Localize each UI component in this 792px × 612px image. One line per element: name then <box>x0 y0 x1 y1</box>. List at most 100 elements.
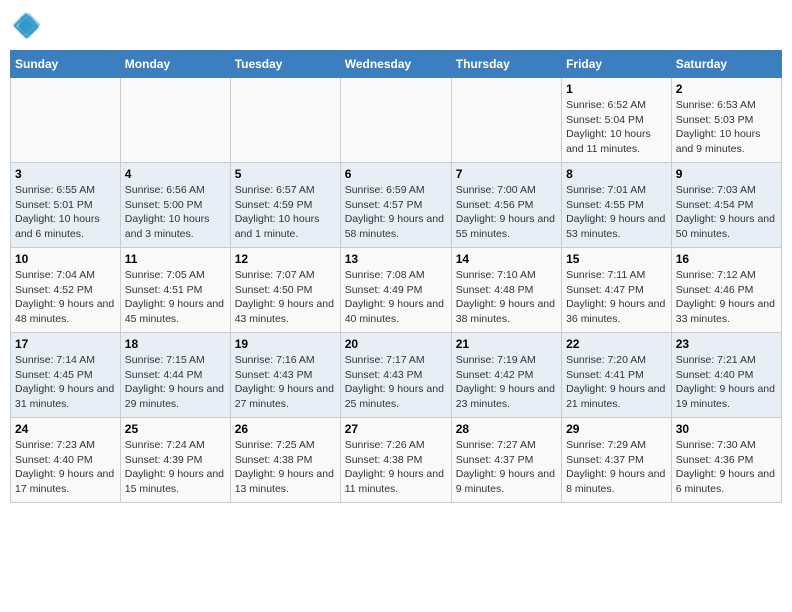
day-number: 8 <box>566 167 667 181</box>
day-number: 5 <box>235 167 336 181</box>
day-info: Sunrise: 7:00 AM Sunset: 4:56 PM Dayligh… <box>456 183 557 242</box>
calendar-cell: 5 Sunrise: 6:57 AM Sunset: 4:59 PM Daylig… <box>230 163 340 248</box>
day-number: 3 <box>15 167 116 181</box>
page-header <box>10 10 782 42</box>
calendar-cell: 26 Sunrise: 7:25 AM Sunset: 4:38 PM Dayli… <box>230 418 340 503</box>
calendar-cell: 16 Sunrise: 7:12 AM Sunset: 4:46 PM Dayli… <box>671 248 781 333</box>
calendar-cell: 12 Sunrise: 7:07 AM Sunset: 4:50 PM Dayli… <box>230 248 340 333</box>
day-number: 2 <box>676 82 777 96</box>
calendar-cell: 11 Sunrise: 7:05 AM Sunset: 4:51 PM Dayli… <box>120 248 230 333</box>
day-number: 15 <box>566 252 667 266</box>
day-number: 16 <box>676 252 777 266</box>
calendar-cell: 28 Sunrise: 7:27 AM Sunset: 4:37 PM Dayli… <box>451 418 561 503</box>
calendar-cell: 17 Sunrise: 7:14 AM Sunset: 4:45 PM Dayli… <box>11 333 121 418</box>
calendar-cell: 1Sunrise: 6:52 AM Sunset: 5:04 PM Daylig… <box>562 78 672 163</box>
calendar-cell: 14 Sunrise: 7:10 AM Sunset: 4:48 PM Dayli… <box>451 248 561 333</box>
day-info: Sunrise: 7:10 AM Sunset: 4:48 PM Dayligh… <box>456 268 557 327</box>
calendar-cell: 6 Sunrise: 6:59 AM Sunset: 4:57 PM Daylig… <box>340 163 451 248</box>
calendar-cell: 7 Sunrise: 7:00 AM Sunset: 4:56 PM Daylig… <box>451 163 561 248</box>
day-number: 10 <box>15 252 116 266</box>
calendar-cell: 30 Sunrise: 7:30 AM Sunset: 4:36 PM Dayli… <box>671 418 781 503</box>
calendar-cell: 3 Sunrise: 6:55 AM Sunset: 5:01 PM Daylig… <box>11 163 121 248</box>
day-info: Sunrise: 7:05 AM Sunset: 4:51 PM Dayligh… <box>125 268 226 327</box>
day-info: Sunrise: 7:29 AM Sunset: 4:37 PM Dayligh… <box>566 438 667 497</box>
calendar-week-row: 1Sunrise: 6:52 AM Sunset: 5:04 PM Daylig… <box>11 78 782 163</box>
day-info: Sunrise: 7:15 AM Sunset: 4:44 PM Dayligh… <box>125 353 226 412</box>
day-number: 14 <box>456 252 557 266</box>
day-info: Sunrise: 7:01 AM Sunset: 4:55 PM Dayligh… <box>566 183 667 242</box>
day-number: 24 <box>15 422 116 436</box>
day-info: Sunrise: 7:07 AM Sunset: 4:50 PM Dayligh… <box>235 268 336 327</box>
day-info: Sunrise: 7:03 AM Sunset: 4:54 PM Dayligh… <box>676 183 777 242</box>
calendar-cell: 4Sunrise: 6:56 AM Sunset: 5:00 PM Daylig… <box>120 163 230 248</box>
day-number: 7 <box>456 167 557 181</box>
day-info: Sunrise: 6:53 AM Sunset: 5:03 PM Dayligh… <box>676 98 777 157</box>
weekday-header: Sunday <box>11 51 121 78</box>
calendar-cell: 13 Sunrise: 7:08 AM Sunset: 4:49 PM Dayli… <box>340 248 451 333</box>
logo <box>10 10 46 42</box>
weekday-header: Monday <box>120 51 230 78</box>
calendar-cell: 21 Sunrise: 7:19 AM Sunset: 4:42 PM Dayli… <box>451 333 561 418</box>
day-number: 18 <box>125 337 226 351</box>
weekday-header: Saturday <box>671 51 781 78</box>
day-info: Sunrise: 7:26 AM Sunset: 4:38 PM Dayligh… <box>345 438 447 497</box>
calendar-cell: 9 Sunrise: 7:03 AM Sunset: 4:54 PM Daylig… <box>671 163 781 248</box>
day-number: 28 <box>456 422 557 436</box>
day-info: Sunrise: 6:55 AM Sunset: 5:01 PM Dayligh… <box>15 183 116 242</box>
calendar-header-row: SundayMondayTuesdayWednesdayThursdayFrid… <box>11 51 782 78</box>
day-info: Sunrise: 7:27 AM Sunset: 4:37 PM Dayligh… <box>456 438 557 497</box>
calendar-table: SundayMondayTuesdayWednesdayThursdayFrid… <box>10 50 782 503</box>
calendar-cell: 19Sunrise: 7:16 AM Sunset: 4:43 PM Dayli… <box>230 333 340 418</box>
day-number: 29 <box>566 422 667 436</box>
day-info: Sunrise: 7:21 AM Sunset: 4:40 PM Dayligh… <box>676 353 777 412</box>
day-number: 6 <box>345 167 447 181</box>
day-info: Sunrise: 7:30 AM Sunset: 4:36 PM Dayligh… <box>676 438 777 497</box>
day-info: Sunrise: 7:14 AM Sunset: 4:45 PM Dayligh… <box>15 353 116 412</box>
day-number: 26 <box>235 422 336 436</box>
day-info: Sunrise: 7:08 AM Sunset: 4:49 PM Dayligh… <box>345 268 447 327</box>
calendar-cell: 18 Sunrise: 7:15 AM Sunset: 4:44 PM Dayli… <box>120 333 230 418</box>
day-info: Sunrise: 7:24 AM Sunset: 4:39 PM Dayligh… <box>125 438 226 497</box>
calendar-cell: 29 Sunrise: 7:29 AM Sunset: 4:37 PM Dayli… <box>562 418 672 503</box>
day-number: 21 <box>456 337 557 351</box>
calendar-cell <box>120 78 230 163</box>
calendar-cell: 2 Sunrise: 6:53 AM Sunset: 5:03 PM Daylig… <box>671 78 781 163</box>
day-number: 1 <box>566 82 667 96</box>
calendar-cell <box>230 78 340 163</box>
day-info: Sunrise: 6:56 AM Sunset: 5:00 PM Dayligh… <box>125 183 226 242</box>
calendar-cell: 8 Sunrise: 7:01 AM Sunset: 4:55 PM Daylig… <box>562 163 672 248</box>
day-number: 17 <box>15 337 116 351</box>
calendar-cell: 22 Sunrise: 7:20 AM Sunset: 4:41 PM Dayli… <box>562 333 672 418</box>
day-number: 11 <box>125 252 226 266</box>
day-number: 30 <box>676 422 777 436</box>
calendar-cell: 23 Sunrise: 7:21 AM Sunset: 4:40 PM Dayli… <box>671 333 781 418</box>
calendar-cell <box>11 78 121 163</box>
day-info: Sunrise: 7:11 AM Sunset: 4:47 PM Dayligh… <box>566 268 667 327</box>
calendar-cell: 27Sunrise: 7:26 AM Sunset: 4:38 PM Dayli… <box>340 418 451 503</box>
calendar-week-row: 10 Sunrise: 7:04 AM Sunset: 4:52 PM Dayli… <box>11 248 782 333</box>
day-number: 9 <box>676 167 777 181</box>
day-info: Sunrise: 7:12 AM Sunset: 4:46 PM Dayligh… <box>676 268 777 327</box>
weekday-header: Thursday <box>451 51 561 78</box>
day-number: 13 <box>345 252 447 266</box>
weekday-header: Wednesday <box>340 51 451 78</box>
day-info: Sunrise: 7:20 AM Sunset: 4:41 PM Dayligh… <box>566 353 667 412</box>
day-info: Sunrise: 6:57 AM Sunset: 4:59 PM Dayligh… <box>235 183 336 242</box>
day-number: 22 <box>566 337 667 351</box>
calendar-week-row: 3 Sunrise: 6:55 AM Sunset: 5:01 PM Daylig… <box>11 163 782 248</box>
calendar-cell <box>451 78 561 163</box>
calendar-cell: 25 Sunrise: 7:24 AM Sunset: 4:39 PM Dayli… <box>120 418 230 503</box>
day-number: 12 <box>235 252 336 266</box>
calendar-cell: 15 Sunrise: 7:11 AM Sunset: 4:47 PM Dayli… <box>562 248 672 333</box>
day-info: Sunrise: 7:16 AM Sunset: 4:43 PM Dayligh… <box>235 353 336 412</box>
calendar-cell: 20Sunrise: 7:17 AM Sunset: 4:43 PM Dayli… <box>340 333 451 418</box>
day-number: 23 <box>676 337 777 351</box>
day-info: Sunrise: 7:23 AM Sunset: 4:40 PM Dayligh… <box>15 438 116 497</box>
weekday-header: Friday <box>562 51 672 78</box>
day-info: Sunrise: 7:25 AM Sunset: 4:38 PM Dayligh… <box>235 438 336 497</box>
day-info: Sunrise: 7:19 AM Sunset: 4:42 PM Dayligh… <box>456 353 557 412</box>
weekday-header: Tuesday <box>230 51 340 78</box>
day-info: Sunrise: 7:04 AM Sunset: 4:52 PM Dayligh… <box>15 268 116 327</box>
day-info: Sunrise: 6:59 AM Sunset: 4:57 PM Dayligh… <box>345 183 447 242</box>
day-number: 25 <box>125 422 226 436</box>
